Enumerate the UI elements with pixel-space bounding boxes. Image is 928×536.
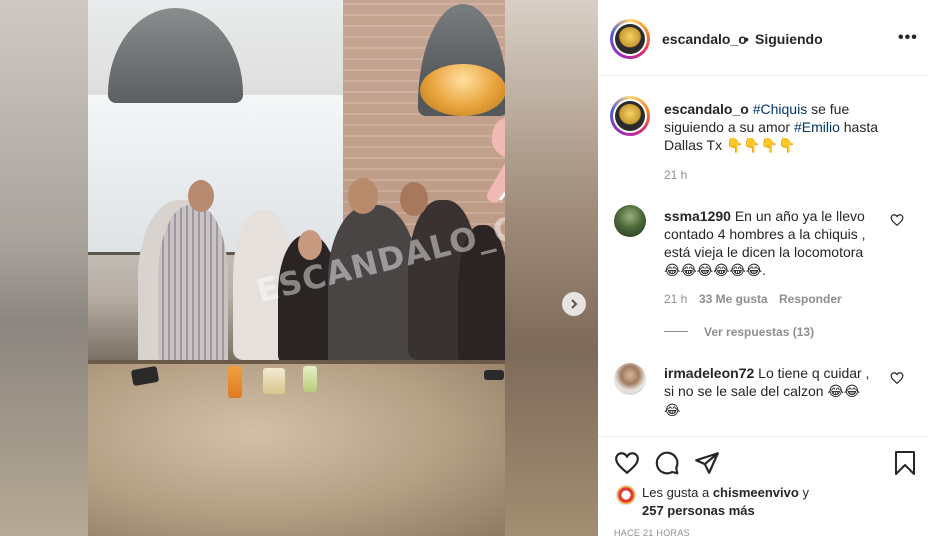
bookmark-icon[interactable] xyxy=(894,450,916,476)
comment-line: está vieja le dicen la locomotora xyxy=(664,244,864,260)
likes-summary: Les gusta a chismeenvivo y xyxy=(642,485,809,500)
laughing-emoji-icon: 😂😂 xyxy=(827,384,861,400)
separator-dot: • xyxy=(744,31,749,47)
comment-username[interactable]: ssma1290 xyxy=(664,208,731,224)
comment-like-heart-icon[interactable] xyxy=(890,213,904,227)
drink-glass xyxy=(228,366,242,398)
heart-icon[interactable] xyxy=(614,450,640,476)
phone xyxy=(130,365,160,387)
media-blur-right xyxy=(505,0,598,536)
comment-line: si no se le sale del calzon xyxy=(664,383,828,399)
comment-line: En un año ya le llevo xyxy=(730,208,865,224)
video-frame[interactable]: ESCANDALO_O xyxy=(88,0,505,536)
media-blur-left xyxy=(0,0,88,536)
liker-username[interactable]: chismeenvivo xyxy=(713,485,799,500)
hashtag-emilio[interactable]: #Emilio xyxy=(794,119,840,135)
post-header: escandalo_o • Siguiendo ••• xyxy=(598,0,928,76)
author-avatar[interactable] xyxy=(610,19,650,59)
likes-suffix: y xyxy=(798,485,809,500)
caption-text: escandalo_o #Chiquis se fue siguiendo a … xyxy=(664,100,904,155)
chevron-right-icon xyxy=(571,299,578,309)
view-replies-button[interactable]: Ver respuestas (13) xyxy=(704,325,814,339)
comment-time: 21 h xyxy=(664,292,688,306)
following-button[interactable]: Siguiendo xyxy=(755,31,823,47)
face xyxy=(298,230,322,260)
likes-prefix: Les gusta a xyxy=(642,485,713,500)
comment-line: . xyxy=(762,262,767,278)
commenter-avatar[interactable] xyxy=(614,205,646,237)
replies-divider xyxy=(664,331,688,332)
more-options-icon[interactable]: ••• xyxy=(898,29,918,47)
face xyxy=(400,182,428,216)
lamp-glow xyxy=(420,64,505,116)
comment-text: ssma1290 En un año ya le llevo contado 4… xyxy=(664,207,894,280)
drink-glass xyxy=(303,366,317,392)
face xyxy=(188,180,214,212)
post-timestamp: HACE 21 HORAS xyxy=(614,528,690,536)
drink-glass xyxy=(263,368,285,394)
send-icon[interactable] xyxy=(694,450,720,476)
person xyxy=(158,205,228,365)
caption-avatar[interactable] xyxy=(610,96,650,136)
caption-username[interactable]: escandalo_o xyxy=(664,101,749,117)
next-media-button[interactable] xyxy=(562,292,586,316)
author-username[interactable]: escandalo_o xyxy=(662,31,747,47)
commenter-avatar[interactable] xyxy=(614,363,646,395)
post-actions: Les gusta a chismeenvivo y 257 personas … xyxy=(598,436,928,536)
laughing-emoji-icon: 😂 xyxy=(664,403,681,419)
reply-button[interactable]: Responder xyxy=(779,292,842,306)
phone xyxy=(484,370,504,380)
liker-avatar[interactable] xyxy=(616,485,636,505)
bar-counter xyxy=(88,360,505,536)
pendant-lamp-left xyxy=(108,8,243,103)
face xyxy=(348,178,378,214)
comment-likes[interactable]: 33 Me gusta xyxy=(699,292,768,306)
comment-text: irmadeleon72 Lo tiene q cuidar , si no s… xyxy=(664,364,894,420)
comment-line: contado 4 hombres a la chiquis , xyxy=(664,226,866,242)
comment-icon[interactable] xyxy=(654,450,680,476)
post-media: ESCANDALO_O xyxy=(0,0,598,536)
hashtag-chiquis[interactable]: #Chiquis xyxy=(753,101,807,117)
caption-time: 21 h xyxy=(664,168,688,182)
comment-like-heart-icon[interactable] xyxy=(890,371,904,385)
likes-count[interactable]: 257 personas más xyxy=(642,503,755,518)
pointing-down-emoji-icon: 👇👇👇👇 xyxy=(725,138,796,154)
comment-username[interactable]: irmadeleon72 xyxy=(664,365,754,381)
post-side-panel: escandalo_o • Siguiendo ••• escandalo_o … xyxy=(598,0,928,536)
instagram-post-modal: ESCANDALO_O escandalo_o • Siguiendo ••• xyxy=(0,0,928,536)
comment-line: Lo tiene q cuidar , xyxy=(754,365,870,381)
laughing-emoji-icon: 😂😂😂😂😂😂 xyxy=(664,263,763,279)
pointing-hand-sticker-icon xyxy=(487,118,505,203)
